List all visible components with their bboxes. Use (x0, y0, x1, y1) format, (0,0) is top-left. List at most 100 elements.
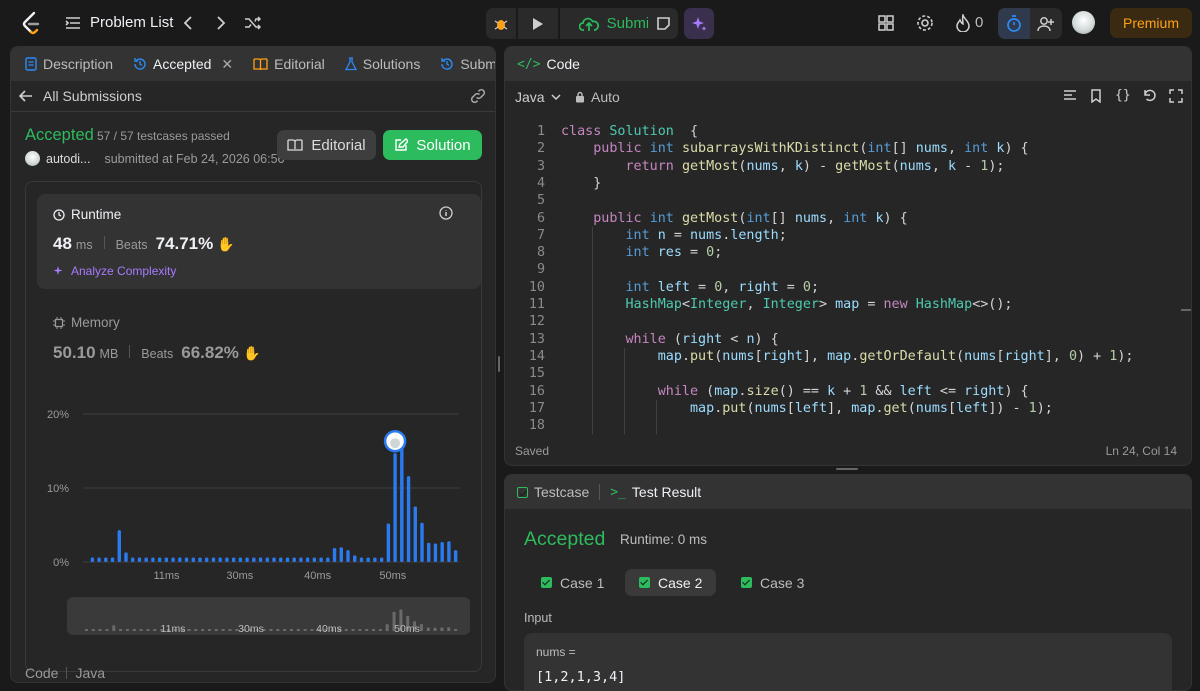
code-line[interactable]: int left = 0, right = 0; (561, 279, 820, 296)
range-bar (296, 629, 300, 631)
chart-bar (359, 557, 364, 562)
tab-label: Submissions (460, 56, 495, 72)
code-line[interactable]: public int getMost(int[] nums, int k) { (561, 210, 907, 227)
check-icon (639, 577, 650, 588)
flask-icon (344, 57, 357, 71)
range-bar (454, 628, 458, 631)
settings-gear-icon[interactable] (915, 13, 935, 33)
layout-icon[interactable] (876, 13, 896, 33)
tab-description[interactable]: Description (15, 56, 123, 72)
code-line[interactable]: map.put(nums[left], map.get(nums[left]) … (561, 400, 1053, 417)
code-line[interactable]: int res = 0; (561, 244, 723, 261)
edit-icon (395, 138, 409, 151)
fullscreen-icon[interactable] (1168, 88, 1183, 103)
code-line[interactable]: } (561, 175, 601, 192)
code-line[interactable]: return getMost(nums, k) - getMost(nums, … (561, 158, 1005, 175)
chart-bar (433, 543, 438, 562)
range-bar (112, 625, 116, 631)
tab-code[interactable]: </> Code (517, 56, 590, 72)
chart-bar (151, 557, 155, 562)
range-selector[interactable]: 11ms 30ms 40ms 50ms (67, 597, 470, 635)
runtime-card[interactable]: Runtime 48 ms Beats 74.71% ✋ Analyze Com… (37, 194, 481, 289)
y-tick-label: 0% (53, 557, 69, 569)
book-icon (253, 57, 268, 70)
add-collaborator-button[interactable] (1030, 8, 1062, 39)
chart-bar (279, 557, 283, 562)
line-number: 4 (536, 175, 545, 191)
analyze-complexity-link[interactable]: Analyze Complexity (53, 264, 176, 278)
chart-bar (312, 557, 317, 562)
chart-bar (110, 557, 115, 562)
auto-mode[interactable]: Auto (575, 89, 620, 105)
range-bar (358, 629, 362, 631)
leetcode-logo-icon[interactable] (20, 11, 42, 35)
range-bar (194, 629, 198, 631)
code-line[interactable]: HashMap<Integer, Integer> map = new Hash… (561, 296, 1013, 313)
chart-bar (332, 547, 337, 562)
braces-icon[interactable]: {} (1115, 88, 1131, 103)
tab-submissions[interactable]: Submissions (430, 56, 495, 72)
range-tick-label: 11ms (161, 623, 186, 635)
tab-solutions[interactable]: Solutions (335, 56, 431, 72)
bookmark-icon[interactable] (1089, 88, 1103, 103)
code-line[interactable]: while (map.size() == k + 1 && left <= ri… (561, 383, 1029, 400)
code-line[interactable]: public int subarraysWithKDistinct(int[] … (561, 140, 1028, 157)
chart-bar (427, 542, 431, 562)
testcases-passed: 57 / 57 testcases passed (97, 129, 230, 143)
range-bar (221, 629, 225, 631)
shuffle-icon[interactable] (243, 13, 263, 33)
indent-guide (656, 399, 657, 435)
username[interactable]: autodi... (46, 152, 90, 166)
chart-bar (245, 557, 249, 562)
tab-accepted[interactable]: Accepted ✕ (123, 56, 243, 73)
x-tick-label: 50ms (379, 570, 406, 582)
input-box[interactable]: nums = [1,2,1,3,4] (524, 633, 1172, 690)
tab-test-result[interactable]: >_ Test Result (600, 484, 711, 500)
prev-problem-icon[interactable] (180, 13, 196, 33)
run-button[interactable] (518, 8, 558, 39)
code-line[interactable]: map.put(nums[right], map.getOrDefault(nu… (561, 348, 1134, 365)
solution-button[interactable]: Solution (383, 130, 482, 160)
ai-assist-button[interactable] (684, 8, 714, 39)
line-number: 6 (536, 210, 545, 226)
all-submissions-link[interactable]: All Submissions (19, 87, 142, 105)
editorial-button[interactable]: Editorial (277, 130, 376, 160)
format-icon[interactable] (1063, 89, 1077, 103)
tab-editorial[interactable]: Editorial (243, 56, 335, 72)
case-3-tab[interactable]: Case 3 (727, 569, 818, 596)
vertical-resize-handle[interactable] (498, 356, 500, 372)
debug-button[interactable] (486, 8, 516, 39)
cursor-position: Ln 24, Col 14 (1105, 444, 1177, 458)
case-1-tab[interactable]: Case 1 (527, 569, 618, 596)
streak-count: 0 (975, 14, 984, 31)
close-tab-icon[interactable]: ✕ (221, 56, 233, 73)
next-problem-icon[interactable] (213, 13, 229, 33)
avatar[interactable] (1072, 11, 1095, 34)
chart-bar (90, 557, 95, 562)
user-avatar[interactable] (25, 151, 40, 166)
case-2-tab[interactable]: Case 2 (625, 569, 717, 596)
horizontal-resize-handle[interactable] (836, 468, 858, 470)
timer-button[interactable] (998, 8, 1030, 39)
note-button[interactable] (648, 8, 678, 39)
problem-list-link[interactable]: Problem List (90, 14, 173, 31)
range-bar (207, 629, 211, 631)
code-line[interactable]: int n = nums.length; (561, 227, 787, 244)
chart-bar (258, 557, 263, 562)
reset-icon[interactable] (1143, 89, 1157, 103)
chart-bar (131, 557, 135, 562)
range-bar (91, 629, 95, 631)
share-link-icon[interactable] (469, 87, 487, 108)
code-editor[interactable]: 1 class Solution {2 public int subarraysW… (505, 123, 1191, 435)
range-bar (125, 629, 129, 631)
chart-bar (144, 557, 148, 562)
line-number: 13 (528, 331, 545, 347)
problem-list-icon[interactable] (64, 14, 82, 32)
info-icon[interactable] (439, 206, 453, 223)
code-line[interactable]: while (right < n) { (561, 331, 779, 348)
chart-bar (191, 557, 195, 562)
code-line[interactable]: class Solution { (561, 123, 698, 140)
tab-testcase[interactable]: Testcase (517, 484, 599, 500)
premium-button[interactable]: Premium (1110, 8, 1192, 38)
language-select[interactable]: Java (515, 89, 561, 105)
